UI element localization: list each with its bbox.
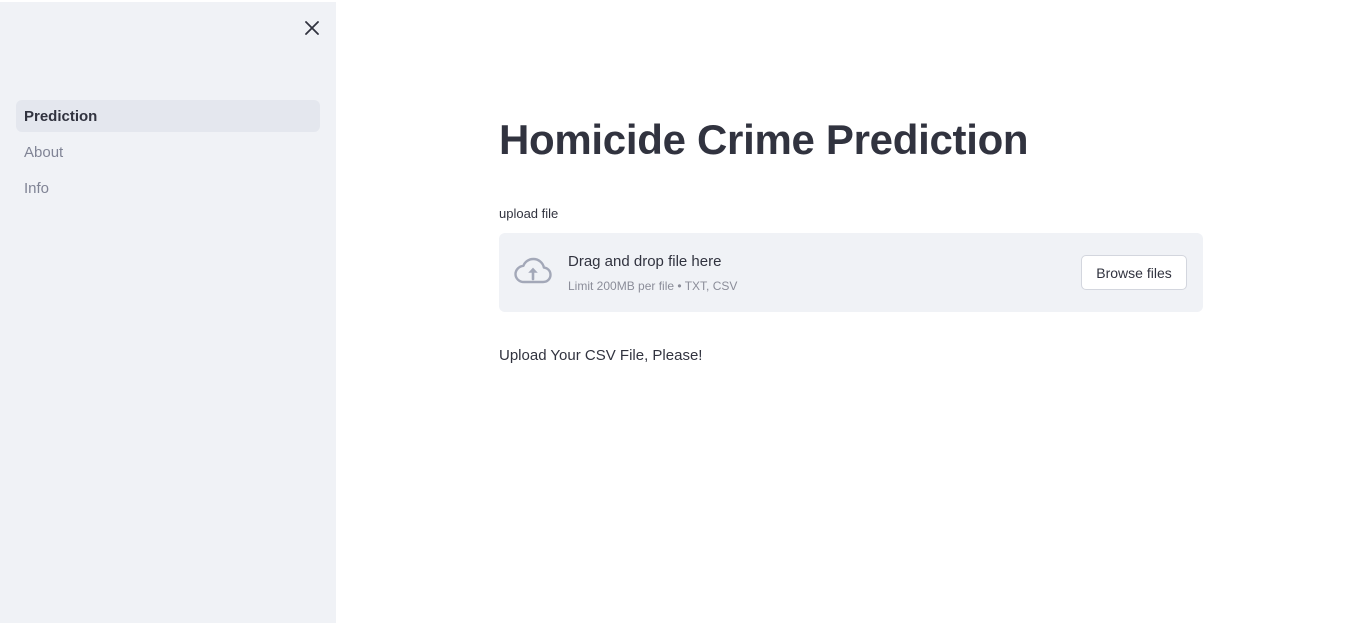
app-window: Prediction About Info Homicide Crime Pre… xyxy=(0,0,1366,623)
close-icon xyxy=(305,21,319,35)
sidebar-item-about[interactable]: About xyxy=(16,136,320,168)
sidebar-item-label: Prediction xyxy=(24,107,98,125)
browse-files-button[interactable]: Browse files xyxy=(1081,255,1187,290)
close-sidebar-button[interactable] xyxy=(300,16,324,40)
sidebar-item-label: Info xyxy=(24,179,50,197)
file-dropzone[interactable]: Drag and drop file here Limit 200MB per … xyxy=(499,233,1203,312)
file-uploader-label: upload file xyxy=(499,206,559,221)
sidebar-item-label: About xyxy=(24,143,64,161)
sidebar-nav: Prediction About Info xyxy=(16,100,320,208)
page-title: Homicide Crime Prediction xyxy=(499,116,1029,163)
main-content: Homicide Crime Prediction upload file Dr… xyxy=(499,0,1203,623)
dropzone-instructions: Drag and drop file here xyxy=(568,253,722,270)
sidebar-item-prediction[interactable]: Prediction xyxy=(16,100,320,132)
sidebar-item-info[interactable]: Info xyxy=(16,172,320,204)
dropzone-limit-text: Limit 200MB per file • TXT, CSV xyxy=(568,279,738,293)
upload-prompt-message: Upload Your CSV File, Please! xyxy=(499,347,703,364)
sidebar: Prediction About Info xyxy=(0,2,336,623)
cloud-upload-icon xyxy=(514,257,552,284)
